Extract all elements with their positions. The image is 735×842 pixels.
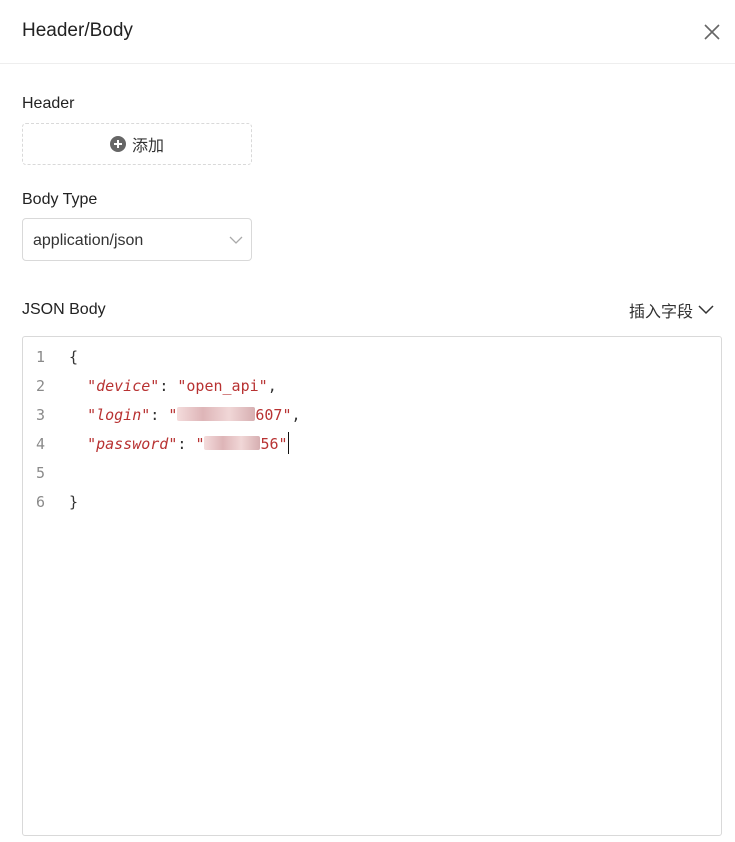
redacted-value [204, 436, 261, 450]
plus-circle-icon [109, 136, 126, 152]
body-type-value: application/json [33, 232, 144, 249]
line-number: 3 [35, 406, 45, 424]
add-button-label: 添加 [131, 138, 164, 155]
header-label: Header [22, 95, 75, 112]
text-cursor [287, 432, 289, 454]
code-text: "login": " 607", [69, 401, 301, 430]
json-separator: : [177, 435, 196, 453]
json-key: "device" [87, 377, 160, 395]
editor-line: 1 { [23, 343, 721, 372]
close-icon[interactable] [702, 22, 722, 42]
body-type-label: Body Type [22, 191, 98, 208]
chevron-down-icon [229, 236, 243, 244]
editor-line: 5 [23, 459, 721, 488]
editor-line: 4 "password": " 56" [23, 430, 721, 459]
json-value-start: " [195, 435, 205, 453]
chevron-down-icon [698, 305, 714, 315]
json-comma: , [291, 406, 301, 424]
add-header-button[interactable]: 添加 [22, 123, 252, 165]
editor-line: 6 } [23, 488, 721, 517]
json-key: "login" [87, 406, 151, 424]
code-text: { [69, 343, 78, 372]
code-text: "password": " 56" [69, 430, 289, 459]
insert-field-label: 插入字段 [629, 304, 694, 321]
line-number: 6 [35, 493, 45, 511]
json-value-end: 607" [255, 406, 292, 424]
redacted-value [177, 407, 256, 421]
json-body-label: JSON Body [22, 301, 106, 318]
editor-line: 2 "device": "open_api", [23, 372, 721, 401]
insert-field-dropdown[interactable]: 插入字段 [629, 299, 715, 321]
json-brace: } [69, 493, 79, 511]
editor-line: 3 "login": " 607", [23, 401, 721, 430]
header-body-dialog: Header/Body Header 添加 Body Type applicat… [0, 0, 735, 842]
json-brace: { [69, 348, 79, 366]
json-editor[interactable]: 1 { 2 "device": "open_api", 3 "login": "… [22, 336, 722, 836]
code-text: } [69, 488, 78, 517]
json-separator: : [159, 377, 178, 395]
json-value: "open_api" [177, 377, 268, 395]
line-number: 1 [35, 348, 45, 366]
line-number: 4 [35, 435, 45, 453]
code-text: "device": "open_api", [69, 372, 277, 401]
json-comma: , [267, 377, 277, 395]
json-separator: : [150, 406, 169, 424]
dialog-title: Header/Body [22, 20, 133, 41]
json-key: "password" [87, 435, 178, 453]
body-type-select[interactable]: application/json [22, 218, 252, 261]
json-value-start: " [168, 406, 178, 424]
line-number: 2 [35, 377, 45, 395]
json-value-end: 56" [260, 435, 288, 453]
line-number: 5 [35, 464, 45, 482]
dialog-header: Header/Body [0, 0, 735, 64]
